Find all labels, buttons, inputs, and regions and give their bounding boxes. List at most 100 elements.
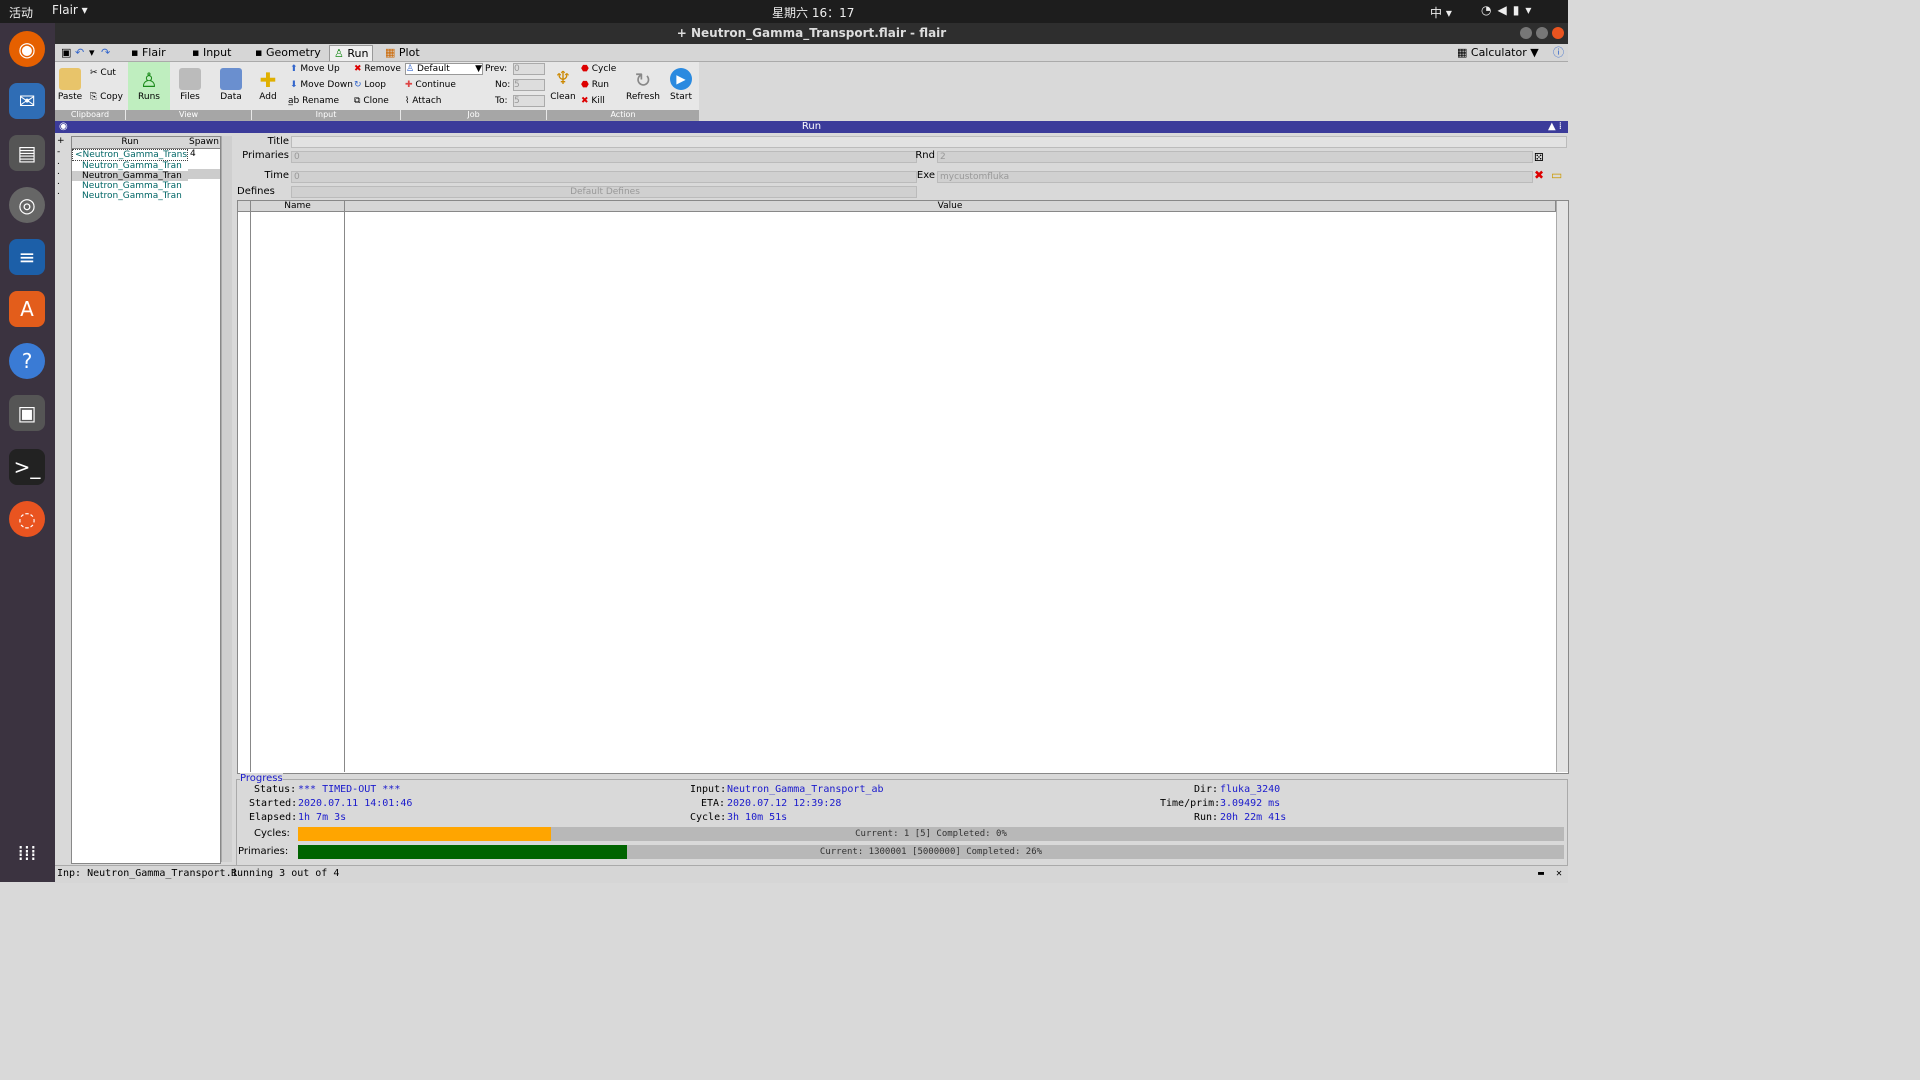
attach-button[interactable]: ⌇ Attach (405, 96, 442, 106)
to-spinbox[interactable]: 5 (513, 95, 545, 107)
refresh-button[interactable]: ↻ Refresh (625, 68, 661, 102)
title-field[interactable] (291, 136, 1567, 148)
run-item[interactable]: Neutron_Gamma_Tran (72, 161, 188, 171)
wifi-icon: ◔ (1481, 3, 1498, 17)
input-method-menu[interactable]: 中 ▾ (1430, 4, 1452, 21)
stop-icon: ⬣ (581, 80, 589, 90)
mail-icon[interactable]: ✉ (9, 83, 45, 119)
cycles-progress-bar: Current: 1 [5] Completed: 0% (298, 827, 1564, 841)
start-label: Start (670, 92, 692, 102)
panel-menu-icon[interactable]: ◉ (59, 121, 68, 133)
rnd-field[interactable]: 2 (937, 151, 1533, 163)
info-icon[interactable]: ⓘ (1549, 45, 1568, 60)
close-button[interactable] (1552, 27, 1564, 39)
started-value: 2020.07.11 14:01:46 (298, 798, 413, 809)
add-button[interactable]: ✚ Add (255, 68, 281, 102)
calculator-button[interactable]: ▦ Calculator ▼ (1453, 45, 1543, 60)
value-column-header[interactable]: Value (345, 201, 1556, 212)
run-item[interactable]: Neutron_Gamma_Tran (72, 191, 188, 201)
tab-geometry[interactable]: ▪ Geometry (251, 45, 325, 60)
tab-run[interactable]: ♙ Run (329, 45, 374, 61)
app-menu[interactable]: Flair ▾ (52, 3, 88, 17)
minimize-button[interactable] (1520, 27, 1532, 39)
spawn-column[interactable]: Spawn 4 (188, 136, 221, 864)
run-item-selected[interactable]: Neutron_Gamma_Tran (72, 171, 188, 181)
flair-app-icon[interactable]: ▣ (9, 395, 45, 431)
run-list[interactable]: Run <Neutron_Gamma_Trans Neutron_Gamma_T… (71, 136, 189, 864)
start-button[interactable]: ▶ Start (665, 68, 697, 102)
rename-button[interactable]: a̲b Rename (288, 96, 339, 106)
loop-button[interactable]: ↻ Loop (354, 80, 386, 90)
cut-button[interactable]: ✂ Cut (90, 68, 116, 78)
clone-button[interactable]: ⧉ Clone (354, 96, 389, 106)
defines-button[interactable]: Default Defines (291, 186, 917, 198)
remove-button[interactable]: ✖ Remove (354, 64, 401, 74)
tab-plot[interactable]: ▦ Plot (381, 45, 424, 60)
maximize-button[interactable] (1536, 27, 1548, 39)
run-item[interactable]: Neutron_Gamma_Tran (72, 181, 188, 191)
terminal-icon[interactable]: >_ (9, 449, 45, 485)
stop-run-button[interactable]: ⬣ Run (581, 80, 609, 90)
stop-cycle-button[interactable]: ⬣ Cycle (581, 64, 616, 74)
defines-table[interactable]: Name Value (237, 200, 1569, 774)
time-field[interactable]: 0 (291, 171, 917, 183)
clock[interactable]: 星期六 16：17 (772, 4, 854, 21)
writer-icon[interactable]: ≡ (9, 239, 45, 275)
tab-input[interactable]: ▪ Input (188, 45, 235, 60)
continue-button[interactable]: ✚ Continue (405, 80, 456, 90)
runner-icon: ♙ (140, 68, 158, 92)
files-icon[interactable]: ▤ (9, 135, 45, 171)
run-time-label: Run: (1194, 812, 1219, 823)
run-list-scrollbar[interactable] (221, 136, 232, 862)
move-down-button[interactable]: ⬇ Move Down (290, 80, 353, 90)
firefox-icon[interactable]: ◉ (9, 31, 45, 67)
spawn-column-header[interactable]: Spawn (188, 137, 220, 149)
cycle-label: Cycle: (690, 812, 727, 823)
dice-icon[interactable]: ⚄ (1534, 151, 1544, 164)
ubuntu-icon[interactable]: ◌ (9, 501, 45, 537)
paste-button[interactable]: Paste (57, 68, 83, 102)
run-column-header[interactable]: Run (72, 137, 188, 149)
system-tray[interactable]: ◔◀▮▾ (1481, 3, 1537, 17)
expand-all-icon[interactable]: + (57, 136, 65, 146)
primaries-field[interactable]: 0 (291, 151, 917, 163)
data-button[interactable]: Data (216, 68, 246, 102)
spawn-value (188, 169, 220, 179)
no-spinbox[interactable]: 5 (513, 79, 545, 91)
kill-button[interactable]: ✖ Kill (581, 96, 605, 106)
system-top-bar: 活动 Flair ▾ 星期六 16：17 中 ▾ ◔◀▮▾ (0, 0, 1568, 23)
clean-button[interactable]: ♆ Clean (549, 68, 577, 102)
tab-flair[interactable]: ▪ Flair (127, 45, 170, 60)
files-button[interactable]: Files (175, 68, 205, 102)
help-icon[interactable]: ? (9, 343, 45, 379)
move-up-button[interactable]: ⬆ Move Up (290, 64, 340, 74)
runs-button[interactable]: ♙ Runs (128, 62, 170, 110)
elapsed-label: Elapsed: (249, 812, 298, 823)
to-label: To: (495, 96, 508, 106)
show-apps-icon[interactable]: ⁞⁞⁞ (9, 835, 45, 871)
calculator-label: Calculator (1470, 46, 1527, 59)
prev-spinbox[interactable]: 0 (513, 63, 545, 75)
exe-field[interactable]: mycustomfluka (937, 171, 1533, 183)
folder-icon[interactable]: ▭ (1551, 168, 1562, 182)
job-profile-select[interactable]: ♙ Default ▼ (405, 63, 483, 75)
clone-icon: ⧉ (354, 96, 361, 106)
eta-value: 2020.07.12 12:39:28 (727, 798, 842, 809)
clear-exe-icon[interactable]: ✖ (1534, 168, 1544, 182)
terminal-icon[interactable]: ▬ (1538, 866, 1544, 881)
redo-icon[interactable]: ↷ (97, 45, 114, 60)
runner-icon: ♙ (406, 64, 415, 74)
tools-icon[interactable]: ✕ (1556, 866, 1562, 881)
music-icon[interactable]: ◎ (9, 187, 45, 223)
window-titlebar: + Neutron_Gamma_Transport.flair - flair (55, 23, 1568, 44)
copy-button[interactable]: ⎘ Copy (90, 92, 123, 102)
activities-button[interactable]: 活动 (9, 4, 33, 21)
loop-icon: ↻ (354, 80, 362, 90)
panel-tools-icon[interactable]: ▲ ⁞ (1548, 121, 1562, 133)
software-icon[interactable]: A (9, 291, 45, 327)
name-column-header[interactable]: Name (251, 201, 345, 212)
run-item[interactable]: <Neutron_Gamma_Trans (72, 149, 188, 161)
table-scrollbar[interactable] (1556, 201, 1568, 772)
move-up-label: Move Up (300, 64, 340, 74)
window-title: + Neutron_Gamma_Transport.flair - flair (676, 26, 947, 40)
